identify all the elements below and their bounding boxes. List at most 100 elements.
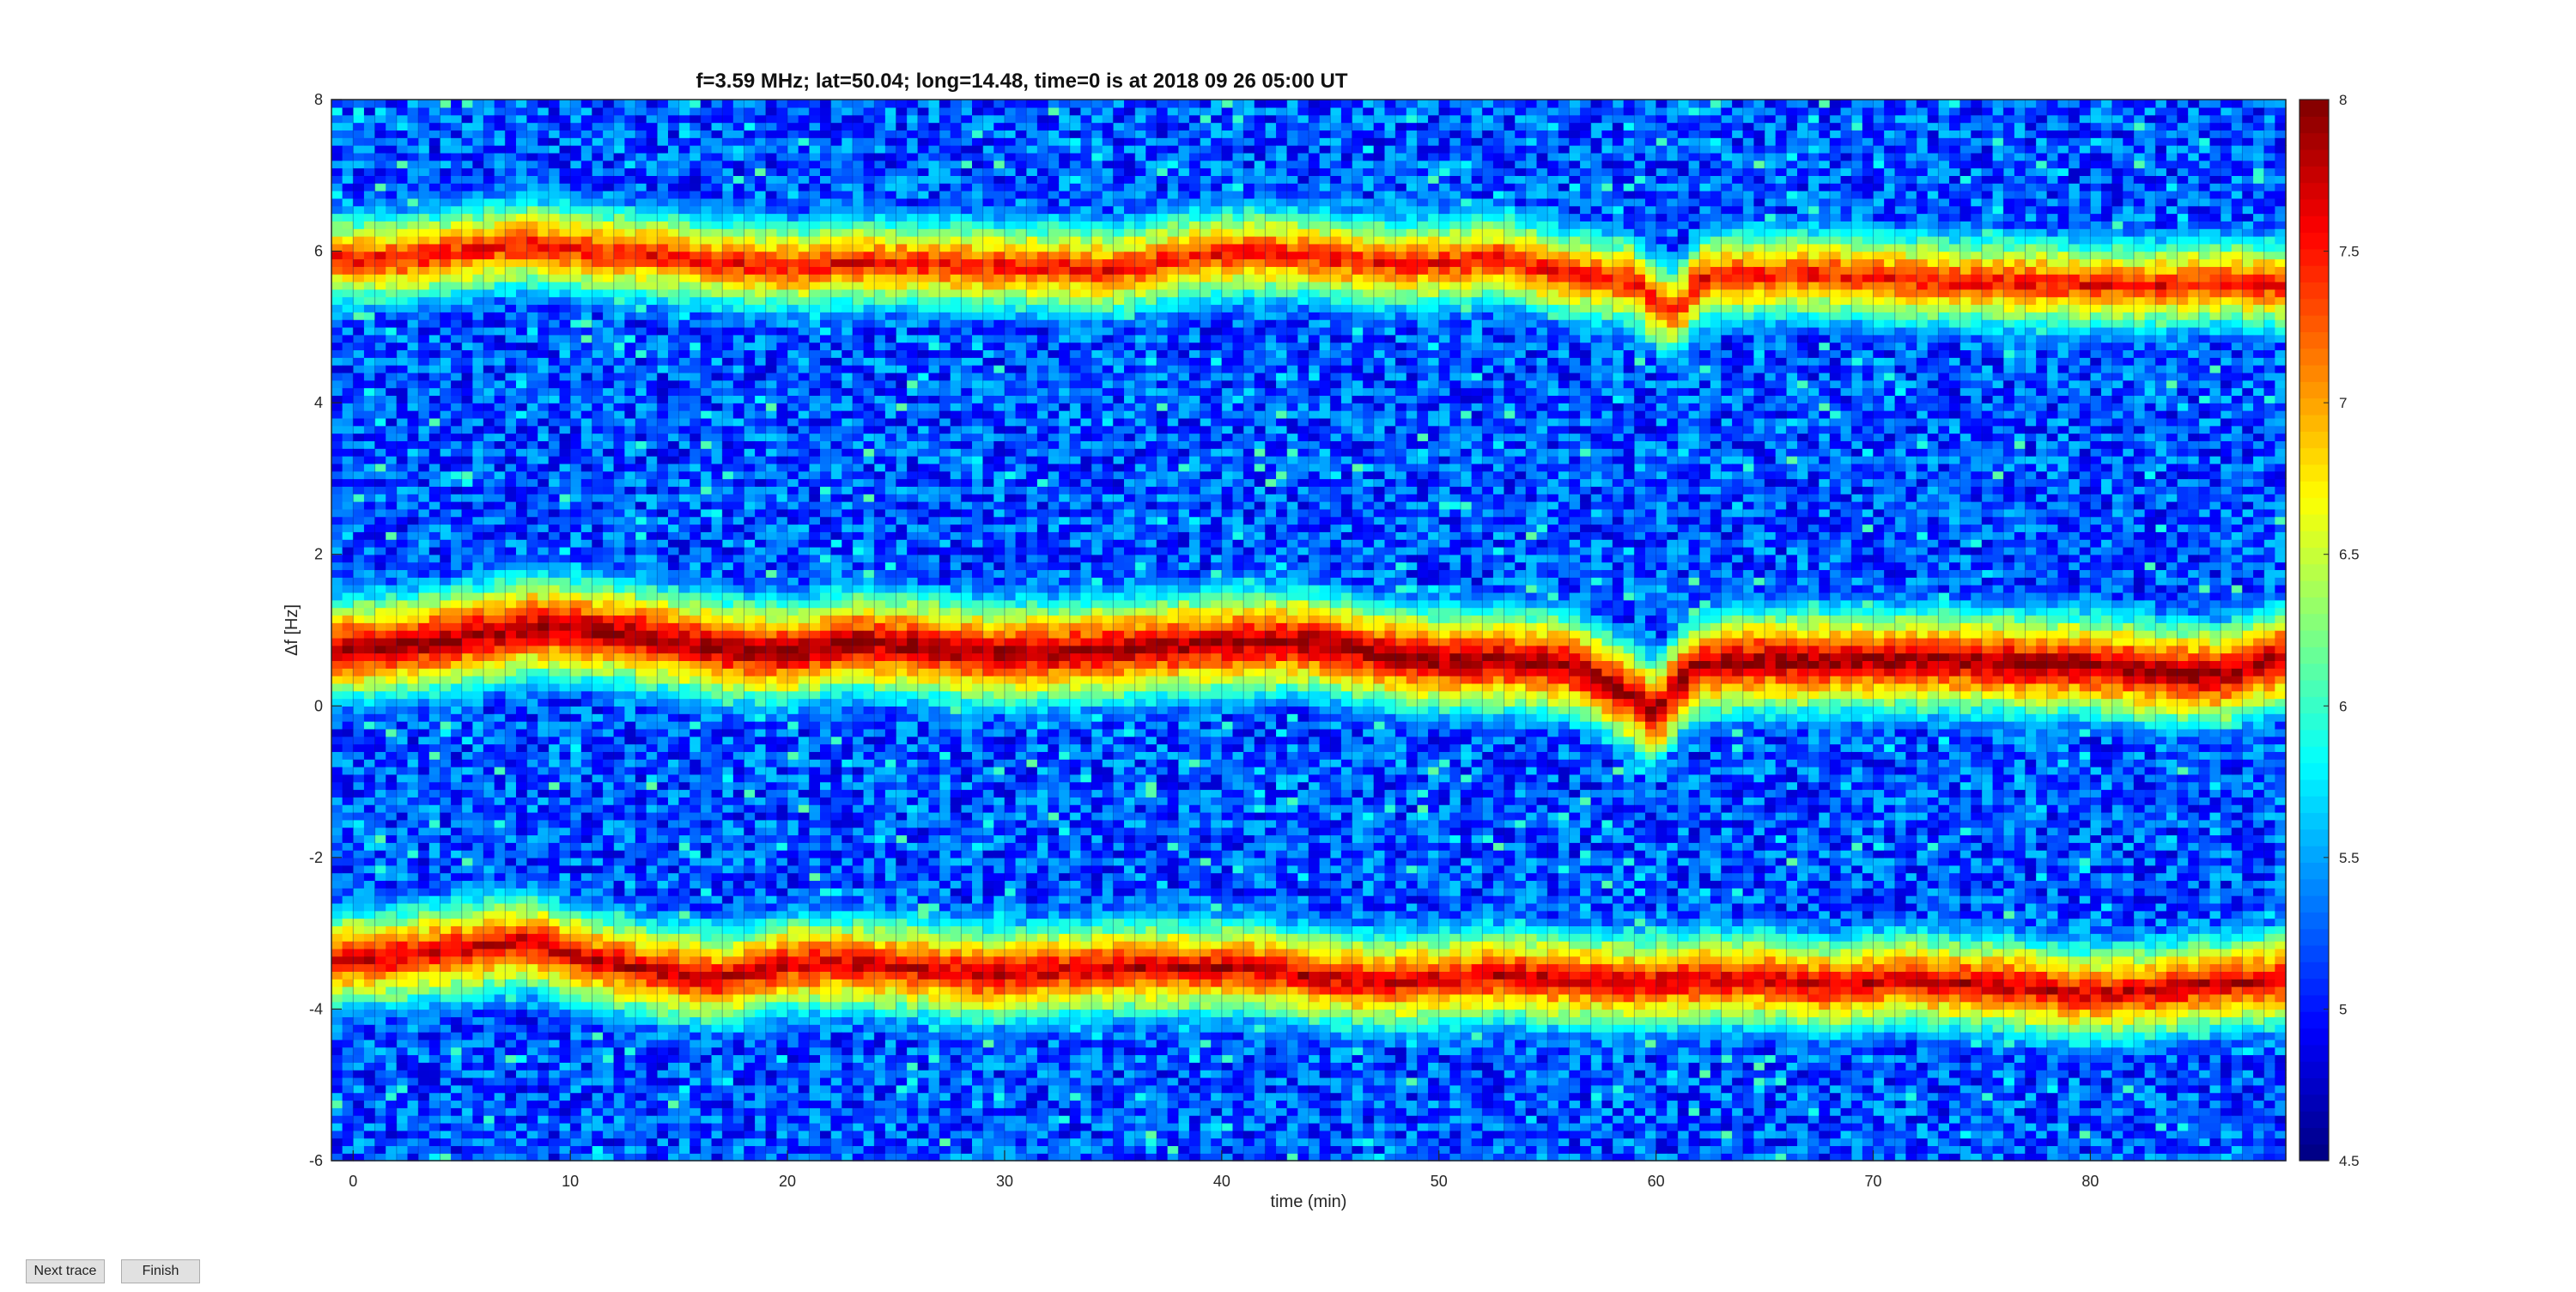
heat-cell (364, 312, 375, 320)
heat-cell (701, 842, 712, 851)
heat-cell (668, 971, 679, 980)
heat-cell (397, 842, 408, 851)
heat-cell (495, 471, 506, 480)
heat-cell (701, 161, 712, 169)
heat-cell (624, 577, 635, 585)
heat-cell (429, 213, 440, 221)
heat-cell (429, 183, 440, 191)
heat-cell (679, 244, 690, 252)
heat-cell (353, 880, 364, 889)
heat-cell (495, 357, 506, 366)
heat-cell (603, 297, 614, 306)
heat-cell (505, 1100, 516, 1108)
heat-cell (451, 191, 462, 199)
heat-cell (495, 266, 506, 275)
heat-cell (353, 743, 364, 752)
heat-cell (353, 956, 364, 965)
heat-cell (679, 107, 690, 116)
heat-cell (690, 918, 701, 926)
heat-cell (472, 713, 483, 722)
heat-cell (418, 501, 429, 510)
heat-cell (592, 167, 603, 176)
heat-cell (549, 494, 560, 502)
heat-cell (635, 175, 647, 184)
heat-cell (614, 638, 625, 646)
heat-cell (472, 850, 483, 858)
heat-cell (614, 820, 625, 828)
heat-cell (451, 153, 462, 161)
heat-cell (516, 153, 527, 161)
heat-cell (331, 122, 343, 130)
heat-cell (483, 925, 495, 934)
heat-cell (549, 812, 560, 821)
heat-cell (505, 1115, 516, 1124)
heat-cell (386, 721, 397, 730)
heat-cell (668, 1009, 679, 1017)
heat-cell (495, 282, 506, 290)
heat-cell (690, 1145, 701, 1154)
heat-cell (418, 191, 429, 199)
heat-cell (581, 1100, 592, 1108)
heat-cell (386, 494, 397, 502)
heat-cell (679, 282, 690, 290)
heat-cell (635, 820, 647, 828)
heat-cell (657, 949, 668, 957)
heat-cell (440, 175, 451, 184)
heat-cell (538, 759, 549, 767)
heat-cell (527, 517, 538, 525)
heat-cell (581, 100, 592, 108)
heat-cell (647, 258, 658, 267)
heat-cell (353, 213, 364, 221)
heat-cell (624, 1131, 635, 1139)
heat-cell (343, 161, 354, 169)
heat-cell (429, 266, 440, 275)
heat-cell (408, 478, 419, 487)
heat-cell (560, 729, 571, 737)
heat-cell (408, 888, 419, 896)
heat-cell (549, 130, 560, 138)
heat-cell (701, 834, 712, 843)
heat-cell (440, 918, 451, 926)
heat-cell (657, 380, 668, 389)
heat-cell (701, 471, 712, 480)
heat-cell (505, 804, 516, 813)
heat-cell (472, 464, 483, 472)
heat-cell (495, 1145, 506, 1154)
heat-cell (429, 464, 440, 472)
heat-cell (418, 221, 429, 229)
heat-cell (440, 721, 451, 730)
heat-cell (516, 137, 527, 146)
heat-cell (560, 1024, 571, 1033)
heat-cell (690, 986, 701, 995)
heat-cell (614, 555, 625, 563)
heat-cell (679, 949, 690, 957)
heat-cell (429, 555, 440, 563)
heat-cell (440, 804, 451, 813)
heat-cell (331, 1070, 343, 1078)
heat-cell (668, 175, 679, 184)
heat-cell (603, 1115, 614, 1124)
heat-cell (538, 683, 549, 692)
heat-cell (560, 782, 571, 791)
heat-cell (495, 767, 506, 775)
heat-cell (343, 501, 354, 510)
heat-cell (647, 167, 658, 176)
heat-cell (495, 115, 506, 124)
heat-cell (353, 577, 364, 585)
heat-cell (614, 971, 625, 980)
heat-cell (701, 774, 712, 783)
heat-cell (657, 842, 668, 851)
heat-cell (386, 137, 397, 146)
heat-cell (418, 517, 429, 525)
heat-cell (614, 161, 625, 169)
heat-cell (505, 456, 516, 464)
heat-cell (462, 577, 473, 585)
heat-cell (570, 676, 581, 684)
heat-cell (712, 903, 723, 912)
heat-cell (538, 206, 549, 215)
heat-cell (538, 729, 549, 737)
heat-cell (549, 433, 560, 441)
heat-cell (440, 343, 451, 351)
heat-cell (353, 107, 364, 116)
heat-cell (516, 1145, 527, 1154)
